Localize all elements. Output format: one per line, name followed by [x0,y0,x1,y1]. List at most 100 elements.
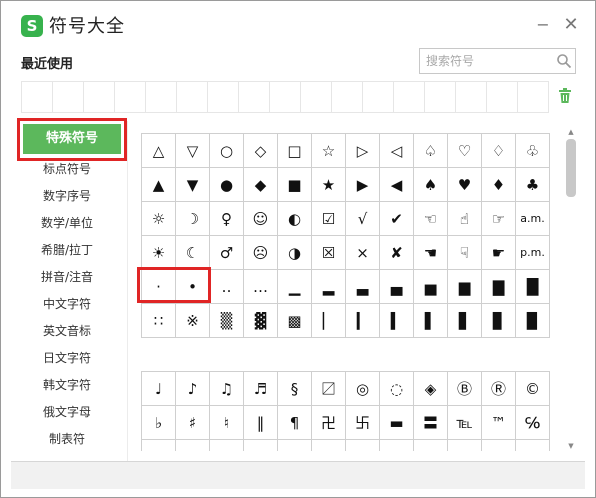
recent-symbol-slot[interactable] [332,82,363,112]
symbol-cell[interactable]: ▏ [312,304,346,338]
category-item[interactable]: 俄文字母 [15,402,119,422]
symbol-cell[interactable]: ▽ [176,134,210,168]
symbol-cell[interactable]: ▬ [380,406,414,440]
symbol-cell[interactable]: ☚ [414,236,448,270]
search-icon[interactable] [556,53,572,69]
symbol-cell[interactable]: a.m. [516,202,550,236]
category-item[interactable]: 希腊/拉丁 [15,240,119,260]
recent-symbol-slot[interactable] [425,82,456,112]
symbol-cell[interactable]: 卍 [312,406,346,440]
recent-symbol-slot[interactable] [115,82,146,112]
symbol-cell[interactable]: ▋ [448,304,482,338]
symbol-cell[interactable]: ☒ [312,236,346,270]
symbol-cell[interactable]: ◀ [380,168,414,202]
recent-symbol-slot[interactable] [22,82,53,112]
symbol-cell[interactable]: ♬ [244,372,278,406]
close-button[interactable]: ✕ [561,15,581,35]
search-input[interactable] [424,52,552,70]
symbol-cell[interactable]: 〓 [414,406,448,440]
search-box[interactable] [419,48,576,74]
symbol-cell[interactable]: ♂ [210,236,244,270]
scroll-up-arrow-icon[interactable]: ▲ [565,127,577,137]
symbol-cell[interactable]: ♪ [176,372,210,406]
symbol-cell[interactable] [210,440,244,451]
recent-symbol-slot[interactable] [146,82,177,112]
symbol-cell[interactable] [482,440,516,451]
symbol-cell[interactable]: ♭ [142,406,176,440]
category-item[interactable]: 制表符 [15,429,119,449]
symbol-cell[interactable]: ※ [176,304,210,338]
symbol-cell[interactable]: ◑ [278,236,312,270]
symbol-cell[interactable]: ▷ [346,134,380,168]
symbol-cell[interactable]: ♢ [482,134,516,168]
symbol-cell[interactable]: ℅ [516,406,550,440]
category-item[interactable]: 标点符号 [15,159,119,179]
symbol-cell[interactable]: 〼 [312,372,346,406]
symbol-cell[interactable] [176,440,210,451]
symbol-cell[interactable]: p.m. [516,236,550,270]
scrollbar[interactable]: ▲ ▼ [565,127,577,453]
symbol-cell[interactable]: • [176,270,210,304]
symbol-cell[interactable]: ♠ [414,168,448,202]
symbol-cell[interactable]: · [142,270,176,304]
symbol-cell[interactable]: ◐ [278,202,312,236]
symbol-cell[interactable]: ♮ [210,406,244,440]
scroll-thumb[interactable] [566,139,576,197]
symbol-cell[interactable]: ☺ [244,202,278,236]
symbol-cell[interactable] [244,440,278,451]
symbol-cell[interactable] [312,440,346,451]
symbol-cell[interactable]: ☞ [482,202,516,236]
symbol-cell[interactable]: ℡ [448,406,482,440]
symbol-cell[interactable]: § [278,372,312,406]
symbol-cell[interactable]: ▅ [414,270,448,304]
symbol-cell[interactable]: ★ [312,168,346,202]
symbol-cell[interactable]: ☆ [312,134,346,168]
symbol-cell[interactable]: ▲ [142,168,176,202]
symbol-cell[interactable]: ▇ [482,270,516,304]
symbol-cell[interactable]: Ⓑ [448,372,482,406]
symbol-cell[interactable]: ◈ [414,372,448,406]
category-item[interactable]: 数字序号 [15,186,119,206]
symbol-cell[interactable] [278,440,312,451]
symbol-cell[interactable] [380,440,414,451]
symbol-cell[interactable]: ☛ [482,236,516,270]
symbol-cell[interactable]: ○ [210,134,244,168]
recent-symbol-slot[interactable] [84,82,115,112]
category-item[interactable]: 日文字符 [15,348,119,368]
symbol-cell[interactable]: ▌ [414,304,448,338]
symbol-cell[interactable]: ▂ [312,270,346,304]
symbol-cell[interactable]: ¶ [278,406,312,440]
symbol-cell[interactable]: ✘ [380,236,414,270]
symbol-cell[interactable]: ♥ [448,168,482,202]
category-special-symbols[interactable]: 特殊符号 [23,124,121,154]
symbol-cell[interactable]: ☼ [142,202,176,236]
symbol-cell[interactable]: ☝ [448,202,482,236]
recent-symbol-slot[interactable] [53,82,84,112]
symbol-cell[interactable]: ▍ [380,304,414,338]
recent-symbol-slot[interactable] [177,82,208,112]
symbol-cell[interactable]: █ [516,270,550,304]
symbol-cell[interactable]: ▒ [210,304,244,338]
recent-symbol-slot[interactable] [363,82,394,112]
minimize-button[interactable]: − [533,15,553,35]
symbol-cell[interactable]: ♣ [516,168,550,202]
symbol-cell[interactable] [414,440,448,451]
symbol-cell[interactable]: × [346,236,380,270]
symbol-cell[interactable] [516,440,550,451]
symbol-cell[interactable]: ♦ [482,168,516,202]
symbol-cell[interactable]: ▎ [346,304,380,338]
category-item[interactable]: 中文字符 [15,294,119,314]
symbol-cell[interactable]: ▓ [244,304,278,338]
symbol-cell[interactable]: ™ [482,406,516,440]
symbol-cell[interactable]: ✔ [380,202,414,236]
symbol-cell[interactable]: ☜ [414,202,448,236]
symbol-cell[interactable]: ♩ [142,372,176,406]
category-item[interactable]: 韩文字符 [15,375,119,395]
recent-symbol-slot[interactable] [301,82,332,112]
symbol-cell[interactable]: ☹ [244,236,278,270]
symbol-cell[interactable]: ☟ [448,236,482,270]
symbol-cell[interactable]: ∷ [142,304,176,338]
recent-symbol-slot[interactable] [270,82,301,112]
symbol-cell[interactable]: © [516,372,550,406]
symbol-cell[interactable]: ♯ [176,406,210,440]
